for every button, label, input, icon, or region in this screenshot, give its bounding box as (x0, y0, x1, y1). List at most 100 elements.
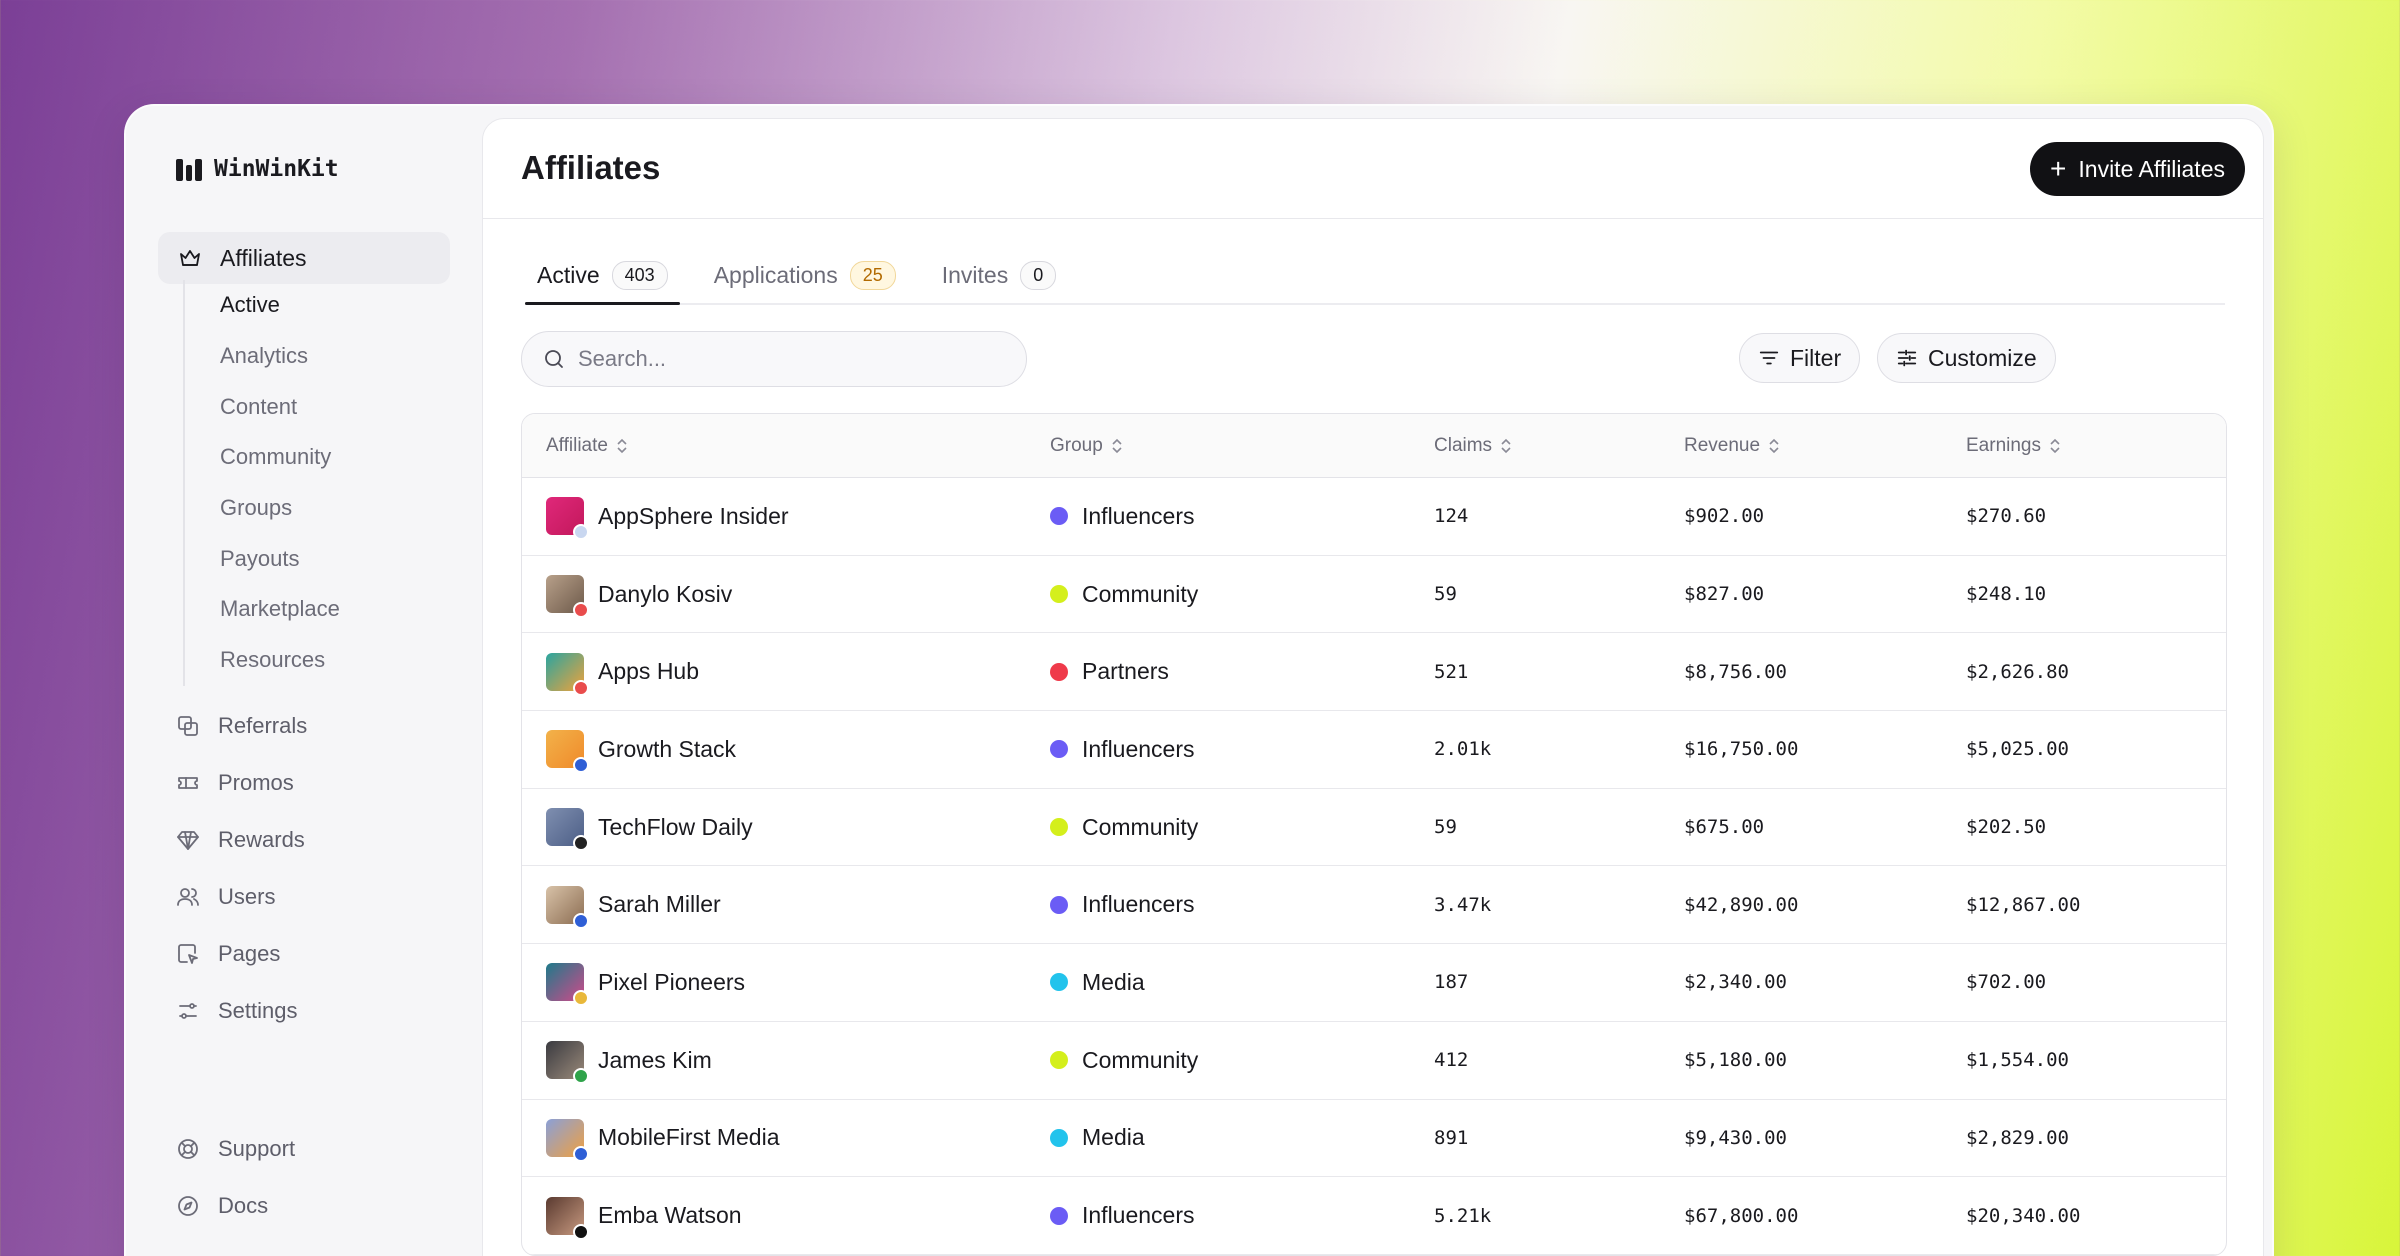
group-name: Community (1082, 580, 1199, 607)
tab-active[interactable]: Active 403 (525, 247, 680, 305)
affiliate-cell: James Kim (546, 1022, 712, 1099)
column-header-earnings[interactable]: Earnings (1966, 414, 2061, 478)
table-row[interactable]: TechFlow Daily Community 59 $675.00 $202… (522, 789, 2226, 867)
country-flag-icon (573, 757, 589, 774)
group-color-dot (1050, 973, 1068, 992)
subnav-item-payouts[interactable]: Payouts (220, 533, 340, 584)
country-flag-icon (573, 990, 589, 1007)
tab-label: Invites (941, 261, 1009, 288)
search-box (521, 331, 1027, 387)
table-row[interactable]: Sarah Miller Influencers 3.47k $42,890.0… (522, 866, 2226, 945)
earnings-cell: $20,340.00 (1966, 1204, 2081, 1227)
group-name: Influencers (1082, 502, 1195, 529)
avatar (546, 575, 589, 619)
avatar (546, 963, 589, 1007)
page-cursor-icon (176, 942, 200, 966)
revenue-cell: $902.00 (1684, 505, 1765, 528)
earnings-cell: $2,626.80 (1966, 660, 2069, 683)
affiliate-name: Sarah Miller (598, 891, 721, 918)
sidebar-item-support[interactable]: Support (176, 1129, 295, 1169)
table-row[interactable]: Danylo Kosiv Community 59 $827.00 $248.1… (522, 556, 2226, 634)
claims-cell: 187 (1434, 971, 1469, 994)
earnings-cell: $702.00 (1966, 971, 2047, 994)
sliders-icon (176, 999, 200, 1023)
subnav-item-analytics[interactable]: Analytics (220, 331, 340, 382)
affiliate-cell: Apps Hub (546, 633, 699, 710)
group-color-dot (1050, 1128, 1068, 1147)
app-window: WinWinKit Affiliates Active Analytics Co… (124, 104, 2274, 1256)
sidebar-item-pages[interactable]: Pages (176, 934, 280, 974)
avatar (546, 1118, 589, 1162)
sidebar-item-label: Promos (218, 770, 294, 795)
crown-icon (178, 246, 202, 270)
brand-name: WinWinKit (214, 156, 339, 182)
affiliates-table: Affiliate Group Claims Revenue Earnings … (521, 413, 2227, 1256)
sidebar-item-referrals[interactable]: Referrals (176, 706, 307, 746)
filter-icon (1759, 351, 1779, 365)
page-header: Affiliates + Invite Affiliates (483, 119, 2263, 219)
revenue-cell: $16,750.00 (1684, 738, 1799, 761)
brand-logo[interactable]: WinWinKit (176, 156, 339, 182)
earnings-cell: $2,829.00 (1966, 1126, 2069, 1149)
sidebar-item-rewards[interactable]: Rewards (176, 820, 305, 860)
sidebar-item-label: Settings (218, 998, 298, 1023)
sidebar: WinWinKit Affiliates Active Analytics Co… (126, 106, 482, 1256)
main-panel: Affiliates + Invite Affiliates Active 40… (482, 118, 2264, 1256)
group-cell: Media (1050, 1100, 1145, 1177)
country-flag-icon (573, 1068, 589, 1085)
avatar (546, 1041, 589, 1085)
sidebar-item-docs[interactable]: Docs (176, 1186, 268, 1226)
column-header-group[interactable]: Group (1050, 414, 1123, 478)
column-header-label: Group (1050, 435, 1103, 456)
sidebar-item-affiliates[interactable]: Affiliates (158, 232, 450, 284)
subnav-item-groups[interactable]: Groups (220, 483, 340, 534)
table-row[interactable]: Pixel Pioneers Media 187 $2,340.00 $702.… (522, 944, 2226, 1022)
sidebar-item-promos[interactable]: Promos (176, 763, 294, 803)
group-cell: Community (1050, 1022, 1198, 1099)
affiliate-name: Apps Hub (598, 658, 700, 685)
search-input[interactable] (578, 346, 1018, 372)
winwinkit-logo-icon (176, 157, 203, 181)
group-cell: Community (1050, 556, 1198, 633)
table-row[interactable]: James Kim Community 412 $5,180.00 $1,554… (522, 1022, 2226, 1100)
country-flag-icon (573, 912, 589, 929)
invite-affiliates-button[interactable]: + Invite Affiliates (2030, 142, 2245, 196)
sidebar-item-users[interactable]: Users (176, 877, 275, 917)
table-row[interactable]: MobileFirst Media Media 891 $9,430.00 $2… (522, 1100, 2226, 1178)
column-header-affiliate[interactable]: Affiliate (546, 414, 628, 478)
claims-cell: 412 (1434, 1049, 1469, 1072)
subnav-item-content[interactable]: Content (220, 381, 340, 432)
affiliate-cell: TechFlow Daily (546, 789, 753, 866)
table-row[interactable]: AppSphere Insider Influencers 124 $902.0… (522, 478, 2226, 556)
sidebar-item-label: Affiliates (220, 244, 307, 271)
country-flag-icon (573, 524, 589, 541)
affiliates-subnav: Active Analytics Content Community Group… (183, 280, 340, 686)
table-row[interactable]: Apps Hub Partners 521 $8,756.00 $2,626.8… (522, 633, 2226, 712)
subnav-item-marketplace[interactable]: Marketplace (220, 584, 340, 635)
subnav-item-community[interactable]: Community (220, 432, 340, 483)
sidebar-item-settings[interactable]: Settings (176, 991, 298, 1031)
tab-label: Active (537, 261, 600, 288)
tab-count-badge: 0 (1020, 260, 1057, 290)
tab-applications[interactable]: Applications 25 (702, 247, 908, 303)
table-row[interactable]: Emba Watson Influencers 5.21k $67,800.00… (522, 1177, 2226, 1255)
subnav-item-resources[interactable]: Resources (220, 635, 340, 686)
lifebuoy-icon (176, 1137, 200, 1161)
filter-label: Filter (1790, 344, 1842, 371)
filter-button[interactable]: Filter (1739, 333, 1861, 383)
tab-invites[interactable]: Invites 0 (930, 247, 1069, 303)
sidebar-item-label: Support (218, 1136, 296, 1161)
diamond-icon (176, 828, 200, 852)
claims-cell: 124 (1434, 505, 1469, 528)
tab-label: Applications (713, 261, 838, 288)
group-name: Influencers (1082, 735, 1195, 762)
group-name: Influencers (1082, 891, 1195, 918)
column-header-claims[interactable]: Claims (1434, 414, 1512, 478)
subnav-item-active[interactable]: Active (220, 280, 340, 331)
group-color-dot (1050, 507, 1068, 526)
affiliate-name: Growth Stack (598, 735, 737, 762)
country-flag-icon (573, 1223, 589, 1240)
column-header-revenue[interactable]: Revenue (1684, 414, 1780, 478)
customize-button[interactable]: Customize (1877, 333, 2056, 383)
table-row[interactable]: Growth Stack Influencers 2.01k $16,750.0… (522, 711, 2226, 789)
